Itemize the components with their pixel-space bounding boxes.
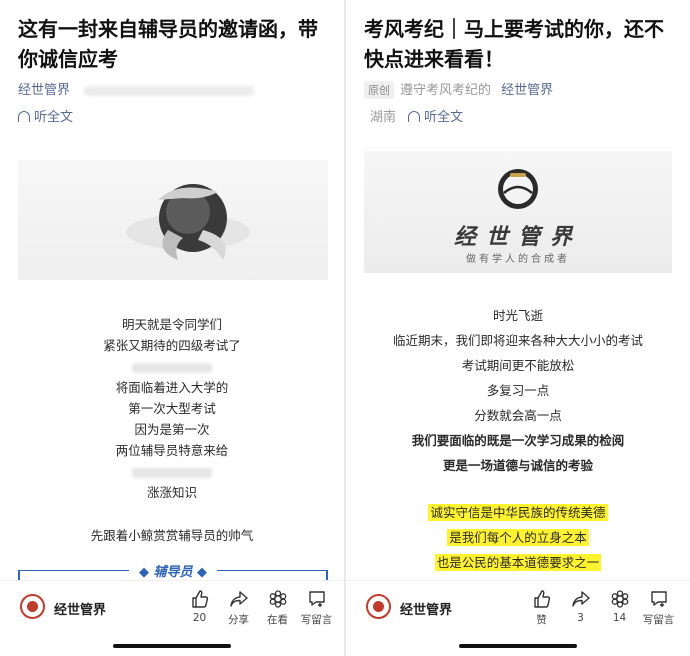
article-panel-right: 考风考纪｜马上要考试的你，还不快点进来看看！ 原创 遵守考风考纪的 经世管界 湖南… — [346, 0, 690, 656]
body-line-highlight: 也是公民的基本道德要求之一 — [346, 550, 690, 575]
body-line-highlight: 诚实守信是中华民族的传统美德 — [346, 500, 690, 525]
header-image: 经世管界 做有学人的合成者 — [364, 151, 672, 273]
comment-icon — [650, 591, 667, 607]
meta-row-2: 湖南 听全文 — [364, 106, 463, 125]
body-line: 涨涨知识 — [146, 485, 197, 500]
listen-label: 听全文 — [34, 110, 74, 125]
highlight-text: 也是公民的基本道德要求之一 — [434, 554, 602, 571]
share-icon — [571, 591, 590, 607]
comment-button[interactable]: 写留言 — [639, 589, 678, 627]
header-image — [18, 160, 328, 280]
listen-button[interactable]: 听全文 — [18, 110, 73, 125]
comment-label: 写留言 — [300, 614, 333, 626]
body-gap — [346, 478, 690, 500]
body-line-blurred — [0, 461, 344, 482]
thumbs-up-icon — [533, 590, 550, 608]
share-icon — [229, 591, 248, 607]
account-avatar[interactable] — [20, 594, 45, 619]
body-line: 紧张又期待的四级考试了 — [103, 338, 241, 353]
thumbs-up-icon — [191, 590, 208, 608]
bottom-action-bar: 经世管界 赞 3 14 写留言 — [346, 580, 690, 656]
article-title: 这有一封来自辅导员的邀请函，带你诚信应考 — [18, 17, 318, 71]
highlight-text: 是我们每个人的立身之本 — [447, 529, 589, 546]
home-indicator — [459, 644, 577, 648]
article-panel-left: 这有一封来自辅导员的邀请函，带你诚信应考 经世管界 听全文 明天就是令同学们 紧… — [0, 0, 344, 656]
original-badge: 原创 — [364, 81, 394, 99]
ink-splash-image — [126, 184, 250, 260]
headphones-icon — [408, 111, 421, 122]
wow-icon — [269, 590, 286, 608]
article-meta: 原创 遵守考风考纪的 经世管界 — [364, 79, 553, 99]
blurred-date — [84, 85, 255, 96]
article-title: 考风考纪｜马上要考试的你，还不快点进来看看！ — [364, 17, 664, 71]
body-line: 考试期间更不能放松 — [461, 358, 575, 373]
wow-count: 14 — [612, 612, 627, 624]
share-button[interactable]: 分享 — [219, 589, 258, 627]
body-line-bold: 更是一场道德与诚信的考验 — [442, 458, 593, 473]
body-line: 因为是第一次 — [134, 422, 210, 437]
body-line: 临近期末，我们即将迎来各种大大小小的考试 — [392, 333, 643, 348]
bottom-action-bar: 经世管界 20 分享 在看 写留言 — [0, 580, 344, 656]
wow-icon — [611, 590, 628, 608]
account-link[interactable]: 经世管界 — [18, 83, 70, 98]
share-label: 分享 — [228, 614, 249, 626]
headphones-icon — [18, 111, 30, 122]
body-gap — [0, 503, 344, 525]
highlight-text: 诚实守信是中华民族的传统美德 — [428, 504, 608, 521]
comment-label: 写留言 — [642, 614, 675, 626]
body-line: 第一次大型考试 — [128, 401, 216, 416]
wow-button[interactable]: 在看 — [258, 589, 297, 627]
section-label-text: 辅导员 — [153, 565, 193, 580]
listen-row: 听全文 — [18, 106, 73, 125]
share-count: 3 — [577, 612, 584, 624]
listen-button[interactable]: 听全文 — [408, 110, 463, 125]
section-header: ◆ 辅导员 ◆ — [18, 561, 328, 580]
comment-icon — [308, 591, 325, 607]
article-meta: 经世管界 — [18, 79, 255, 98]
body-line: 先跟着小鲸赏赏辅导员的帅气 — [90, 528, 254, 543]
section-label: ◆ 辅导员 ◆ — [128, 561, 218, 580]
location-label: 湖南 — [370, 110, 397, 125]
account-link[interactable]: 经世管界 — [501, 83, 553, 98]
body-line: 时光飞逝 — [492, 308, 543, 323]
account-avatar[interactable] — [366, 594, 391, 619]
action-group: 20 分享 在看 写留言 — [180, 589, 336, 627]
like-label: 赞 — [536, 614, 547, 626]
banner-brand-text: 经世管界 — [453, 224, 582, 250]
like-count: 20 — [192, 612, 207, 624]
footer-account-name[interactable]: 经世管界 — [400, 599, 452, 618]
body-line: 分数就会高一点 — [474, 408, 562, 423]
like-button[interactable]: 20 — [180, 589, 219, 627]
body-line-blurred — [0, 356, 344, 377]
body-line: 将面临着进入大学的 — [115, 380, 229, 395]
home-indicator — [113, 644, 231, 648]
body-line: 多复习一点 — [486, 383, 550, 398]
article-body: 时光飞逝 临近期末，我们即将迎来各种大大小小的考试 考试期间更不能放松 多复习一… — [346, 303, 690, 575]
comment-button[interactable]: 写留言 — [297, 589, 336, 627]
wow-label: 在看 — [267, 614, 288, 626]
article-body: 明天就是令同学们 紧张又期待的四级考试了 将面临着进入大学的 第一次大型考试 因… — [0, 314, 344, 546]
body-line: 明天就是令同学们 — [121, 317, 222, 332]
action-group: 赞 3 14 写留言 — [522, 589, 678, 627]
body-line: 两位辅导员特意来给 — [115, 443, 229, 458]
like-button[interactable]: 赞 — [522, 589, 561, 627]
body-line-bold: 我们要面临的既是一次学习成果的检阅 — [411, 433, 625, 448]
banner-slogan-text: 做有学人的合成者 — [466, 254, 570, 265]
wow-button[interactable]: 14 — [600, 589, 639, 627]
section-rule-left — [18, 570, 20, 580]
section-rule-right — [326, 570, 328, 580]
listen-label: 听全文 — [424, 110, 464, 125]
column-label: 遵守考风考纪的 — [400, 83, 492, 98]
body-line-highlight: 是我们每个人的立身之本 — [346, 525, 690, 550]
footer-account-name[interactable]: 经世管界 — [54, 599, 106, 618]
share-button[interactable]: 3 — [561, 589, 600, 627]
